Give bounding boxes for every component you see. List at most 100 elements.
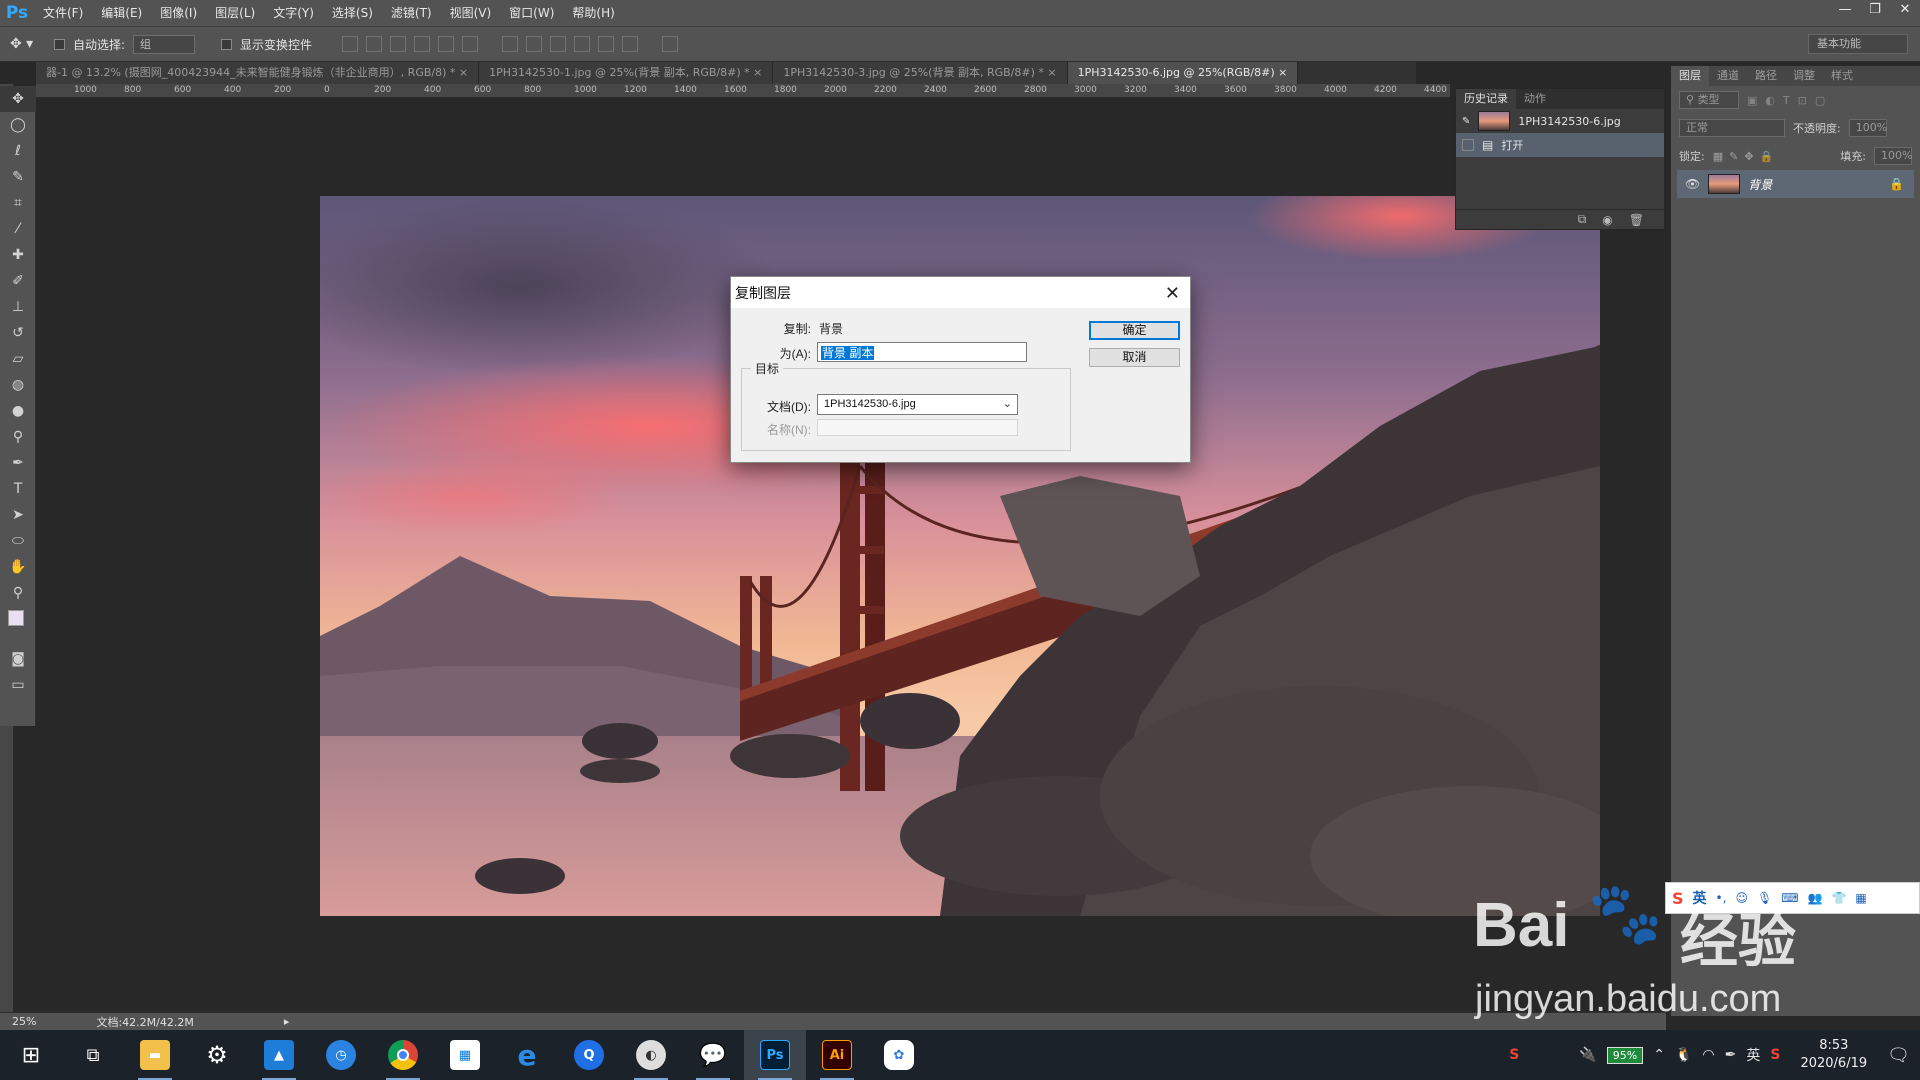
tab-styles[interactable]: 样式	[1823, 66, 1861, 86]
camera-icon[interactable]: ◉	[1602, 213, 1612, 227]
restore-button[interactable]: ❐	[1860, 0, 1890, 20]
photos-app[interactable]: ▲	[248, 1030, 310, 1080]
doc-tab[interactable]: 器-1 @ 13.2% (摄图网_400423944_未来智能健身锻炼（非企业商…	[36, 62, 480, 84]
tab-layers[interactable]: 图层	[1671, 66, 1709, 86]
filter-icons[interactable]: ▣◐T⊡▢	[1747, 94, 1833, 107]
history-snapshot[interactable]: ✎ 1PH3142530-6.jpg	[1456, 109, 1664, 133]
stamp-tool-icon[interactable]: ⊥	[0, 294, 36, 320]
eraser-tool-icon[interactable]: ▱	[0, 346, 36, 372]
paint-bucket-tool-icon[interactable]: ◍	[0, 372, 36, 398]
chevron-up-icon[interactable]: ⌃	[1653, 1047, 1665, 1063]
align-left-icon[interactable]	[414, 36, 431, 52]
align-top-icon[interactable]	[342, 36, 359, 52]
brush-tool-icon[interactable]: ✐	[0, 268, 36, 294]
store-app[interactable]: ▦	[434, 1030, 496, 1080]
menu-file[interactable]: 文件(F)	[34, 0, 92, 26]
align-vcenter-icon[interactable]	[366, 36, 383, 52]
close-window-button[interactable]: ✕	[1890, 0, 1920, 20]
marquee-tool-icon[interactable]: ◯	[0, 112, 36, 138]
pen-tool-icon[interactable]: ✒	[0, 450, 36, 476]
doc-tab[interactable]: 1PH3142530-1.jpg @ 25%(背景 副本, RGB/8#) * …	[479, 62, 774, 84]
close-icon[interactable]: ✕	[1165, 284, 1180, 302]
distribute-top-icon[interactable]	[502, 36, 519, 52]
trash-icon[interactable]: 🗑	[1629, 213, 1644, 227]
settings-app[interactable]: ⚙	[186, 1030, 248, 1080]
ok-button[interactable]: 确定	[1089, 321, 1180, 340]
healing-brush-tool-icon[interactable]: ✚	[0, 242, 36, 268]
ime-indicator[interactable]: 英	[1746, 1045, 1760, 1065]
start-button[interactable]: ⊞	[0, 1030, 62, 1080]
pen-icon[interactable]: ✒	[1725, 1047, 1737, 1063]
eyedropper-tool-icon[interactable]: ⁄	[0, 216, 36, 242]
move-tool-icon[interactable]: ✥ ▾	[10, 36, 46, 52]
show-transform-checkbox[interactable]	[221, 38, 233, 50]
chrome-app[interactable]	[372, 1030, 434, 1080]
status-menu-arrow-icon[interactable]: ▸	[284, 1015, 290, 1028]
lock-icons[interactable]: ▦✎✥🔒	[1713, 150, 1780, 163]
distribute-left-icon[interactable]	[574, 36, 591, 52]
tab-channels[interactable]: 通道	[1709, 66, 1747, 86]
blend-mode-dropdown[interactable]: 正常	[1679, 119, 1785, 137]
wifi-icon[interactable]: ◠	[1702, 1047, 1714, 1063]
sogou-ime-icon[interactable]: S	[1770, 1047, 1780, 1063]
distribute-vcenter-icon[interactable]	[526, 36, 543, 52]
eye-icon[interactable]: 👁	[1685, 177, 1700, 191]
clock-app[interactable]: ◷	[310, 1030, 372, 1080]
auto-select-dropdown[interactable]: 组	[133, 34, 196, 54]
layer-filter-dropdown[interactable]: ⚲ 类型	[1679, 91, 1739, 109]
align-right-icon[interactable]	[462, 36, 479, 52]
cancel-button[interactable]: 取消	[1089, 348, 1180, 367]
menu-view[interactable]: 视图(V)	[441, 0, 501, 26]
tab-paths[interactable]: 路径	[1747, 66, 1785, 86]
zoom-level[interactable]: 25%	[12, 1015, 36, 1028]
illustrator-app[interactable]: Ai	[806, 1030, 868, 1080]
file-explorer-app[interactable]: ▬	[124, 1030, 186, 1080]
menu-filter[interactable]: 滤镜(T)	[382, 0, 441, 26]
history-brush-tool-icon[interactable]: ↺	[0, 320, 36, 346]
tab-adjustments[interactable]: 调整	[1785, 66, 1823, 86]
distribute-bottom-icon[interactable]	[550, 36, 567, 52]
ellipse-tool-icon[interactable]: ⬭	[0, 528, 36, 554]
blur-tool-icon[interactable]: ●	[0, 398, 36, 424]
qq-browser-app[interactable]: Q	[558, 1030, 620, 1080]
menu-select[interactable]: 选择(S)	[323, 0, 382, 26]
notification-icon[interactable]: 🗨	[1887, 1045, 1910, 1066]
qq-tray-icon[interactable]: 🐧	[1675, 1047, 1692, 1063]
menu-type[interactable]: 文字(Y)	[264, 0, 323, 26]
menu-layer[interactable]: 图层(L)	[206, 0, 264, 26]
distribute-hcenter-icon[interactable]	[598, 36, 615, 52]
align-bottom-icon[interactable]	[390, 36, 407, 52]
crop-tool-icon[interactable]: ⌗	[0, 190, 36, 216]
menu-help[interactable]: 帮助(H)	[563, 0, 623, 26]
layer-row[interactable]: 👁 背景 🔒	[1677, 170, 1914, 198]
sogou-tray-icon[interactable]: S	[1509, 1047, 1519, 1063]
layer-name-input[interactable]: 背景 副本	[817, 342, 1027, 362]
move-tool-icon[interactable]: ✥	[0, 86, 36, 112]
tab-actions[interactable]: 动作	[1516, 89, 1554, 109]
dodge-tool-icon[interactable]: ⚲	[0, 424, 36, 450]
wechat-app[interactable]: 💬	[682, 1030, 744, 1080]
media-app[interactable]: ◐	[620, 1030, 682, 1080]
lasso-tool-icon[interactable]: ℓ	[0, 138, 36, 164]
minimize-button[interactable]: —	[1830, 0, 1860, 20]
new-document-icon[interactable]: ⧉	[1578, 212, 1587, 227]
baidu-netdisk-app[interactable]: ✿	[868, 1030, 930, 1080]
document-dropdown[interactable]: 1PH3142530-6.jpg ⌄	[817, 394, 1018, 415]
battery-indicator[interactable]: 95%	[1606, 1046, 1644, 1064]
opacity-field[interactable]: 100%	[1848, 119, 1887, 137]
photoshop-app[interactable]: Ps	[744, 1030, 806, 1080]
fill-field[interactable]: 100%	[1874, 147, 1912, 165]
workspace-dropdown[interactable]: 基本功能	[1808, 34, 1908, 54]
type-tool-icon[interactable]: T	[0, 476, 36, 502]
menu-window[interactable]: 窗口(W)	[500, 0, 563, 26]
tab-history[interactable]: 历史记录	[1456, 89, 1516, 109]
distribute-right-icon[interactable]	[622, 36, 639, 52]
screen-mode-icon[interactable]: ▭	[0, 672, 36, 698]
layer-name[interactable]: 背景	[1748, 176, 1772, 193]
ie-app[interactable]: e	[496, 1030, 558, 1080]
history-step[interactable]: ▤ 打开	[1456, 133, 1664, 157]
menu-edit[interactable]: 编辑(E)	[92, 0, 151, 26]
quick-mask-icon[interactable]: ◙	[0, 646, 36, 672]
auto-select-checkbox[interactable]	[54, 38, 65, 50]
hand-tool-icon[interactable]: ✋	[0, 554, 36, 580]
